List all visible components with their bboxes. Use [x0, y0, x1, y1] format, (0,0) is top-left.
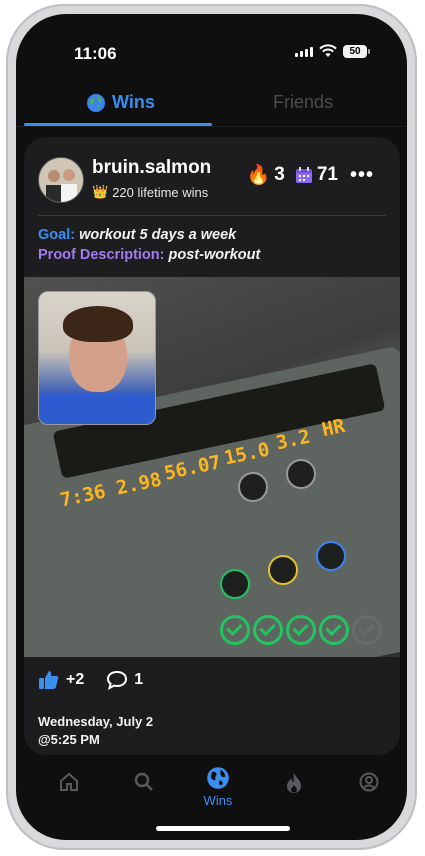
comment-icon: [107, 670, 128, 690]
nav-wins[interactable]: Wins: [198, 766, 238, 808]
proof-label: Proof Description:: [38, 247, 165, 263]
status-time: 11:06: [74, 44, 117, 63]
quick-start-button: [220, 569, 250, 599]
proof-photo[interactable]: 7:36 2.98 56.07 15.0 3.2 HR: [24, 277, 400, 657]
proof-line: Proof Description: post-workout: [38, 247, 260, 263]
screen: 11:06 50 Wins Friends bruin.salmon 👑 220…: [16, 14, 407, 840]
bottom-nav: Wins: [16, 762, 407, 822]
check-icon: [319, 615, 349, 645]
comments[interactable]: 1: [106, 670, 143, 690]
cool-down-button: [316, 541, 346, 571]
post-date: Wednesday, July 2 @5:25 PM: [38, 713, 153, 749]
check-icon: [352, 615, 382, 645]
globe-icon: [207, 767, 229, 789]
incline-up-button: [238, 472, 268, 502]
goal-label: Goal:: [38, 227, 76, 243]
selfie-hair: [63, 306, 133, 342]
battery-icon: 50: [343, 45, 370, 58]
status-bar: 11:06 50: [16, 14, 407, 64]
tab-bar: Wins Friends: [16, 86, 407, 128]
phone-frame: 11:06 50 Wins Friends bruin.salmon 👑 220…: [6, 4, 417, 850]
win-post-card: bruin.salmon 👑 220 lifetime wins 🔥 3 71 …: [24, 137, 400, 755]
globe-icon: [87, 93, 105, 112]
card-divider: [38, 215, 386, 216]
nav-search[interactable]: [124, 772, 164, 795]
lifetime-wins-text: 220 lifetime wins: [112, 184, 209, 200]
tab-friends[interactable]: Friends: [273, 92, 333, 113]
search-icon: [134, 772, 153, 791]
post-date-time: @5:25 PM: [38, 732, 100, 747]
profile-icon: [359, 772, 379, 792]
thumbs-up-icon[interactable]: [38, 670, 60, 690]
goal-value: workout 5 days a week: [79, 227, 237, 243]
lifetime-wins: 👑 220 lifetime wins: [92, 184, 208, 200]
home-indicator: [156, 826, 290, 831]
post-date-day: Wednesday, July 2: [38, 714, 154, 729]
display-hr: HR: [319, 414, 347, 442]
avatar[interactable]: [38, 157, 84, 203]
home-icon: [60, 772, 78, 791]
days-count: 71: [316, 164, 338, 185]
crown-icon: 👑: [92, 184, 109, 199]
selfie-shirt: [39, 394, 155, 424]
proof-value: post-workout: [168, 247, 261, 263]
wifi-icon: [319, 44, 337, 57]
tab-divider: [16, 126, 407, 127]
selfie-photo: [38, 291, 156, 425]
pause-button: [268, 555, 298, 585]
streak-count: 3: [274, 164, 285, 185]
more-options-icon[interactable]: •••: [350, 164, 374, 187]
reactions-row: +2 1: [38, 670, 143, 690]
nav-profile[interactable]: [349, 772, 389, 795]
check-icon: [220, 615, 250, 645]
speed-up-button: [286, 459, 316, 489]
tab-wins-label: Wins: [112, 92, 155, 112]
like-count: +2: [66, 671, 85, 688]
post-stats: 🔥 3 71 •••: [247, 163, 374, 187]
cellular-signal-icon: [295, 47, 313, 57]
comment-count: 1: [134, 671, 144, 688]
check-icon: [253, 615, 283, 645]
tab-wins[interactable]: Wins: [86, 92, 155, 113]
flame-icon: [287, 773, 301, 793]
nav-home[interactable]: [49, 772, 89, 795]
username[interactable]: bruin.salmon: [92, 157, 211, 179]
fire-icon: 🔥: [246, 165, 271, 186]
nav-wins-label: Wins: [203, 793, 233, 808]
check-icon: [286, 615, 316, 645]
nav-streaks[interactable]: [274, 772, 314, 797]
calendar-icon: [295, 167, 312, 183]
goal-line: Goal: workout 5 days a week: [38, 227, 236, 243]
